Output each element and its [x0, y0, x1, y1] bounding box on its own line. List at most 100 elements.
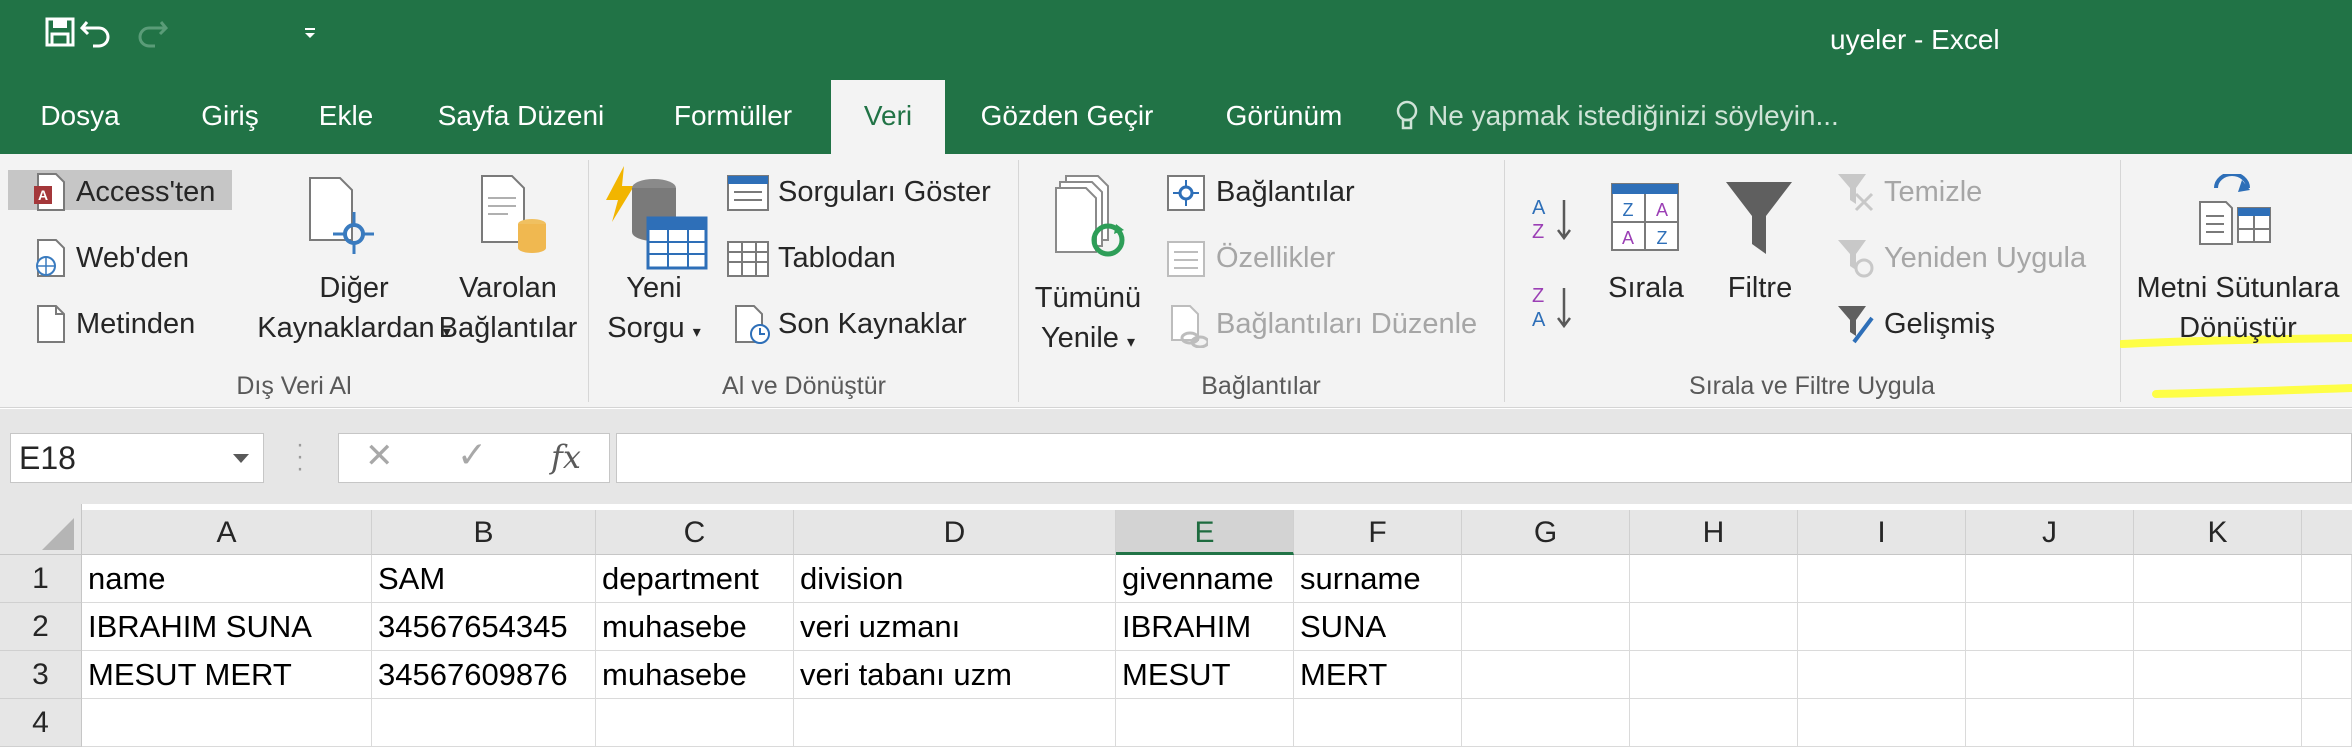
- cell-a1[interactable]: name: [82, 555, 372, 603]
- cell-b1[interactable]: SAM: [372, 555, 596, 603]
- column-header-b[interactable]: B: [372, 510, 596, 555]
- cell-a4[interactable]: [82, 699, 372, 747]
- cell-k3[interactable]: [2134, 651, 2302, 699]
- cell-j3[interactable]: [1966, 651, 2134, 699]
- column-header-h[interactable]: H: [1630, 510, 1798, 555]
- sort-ascending-icon[interactable]: AZ: [1530, 194, 1574, 244]
- cell-b3[interactable]: 34567609876: [372, 651, 596, 699]
- baglantilar-button[interactable]: Bağlantılar: [1216, 176, 1355, 209]
- sort-descending-icon[interactable]: ZA: [1530, 282, 1574, 332]
- cell-b4[interactable]: [372, 699, 596, 747]
- metin-button[interactable]: Metinden: [76, 308, 195, 341]
- cell-g3[interactable]: [1462, 651, 1630, 699]
- cell-c2[interactable]: muhasebe: [596, 603, 794, 651]
- formula-input[interactable]: [616, 433, 2352, 483]
- sorgulari-goster-button[interactable]: Sorguları Göster: [778, 176, 991, 209]
- cell-d3[interactable]: veri tabanı uzm: [794, 651, 1116, 699]
- cell-f1[interactable]: surname: [1294, 555, 1462, 603]
- cell-c1[interactable]: department: [596, 555, 794, 603]
- insert-function-icon[interactable]: fx: [551, 438, 581, 476]
- column-header-f[interactable]: F: [1294, 510, 1462, 555]
- column-header-c[interactable]: C: [596, 510, 794, 555]
- enter-icon[interactable]: ✓: [457, 434, 487, 476]
- customize-qat-icon[interactable]: [286, 8, 334, 56]
- tab-sayfa-duzeni[interactable]: Sayfa Düzeni: [420, 78, 622, 154]
- sirala-button[interactable]: Sırala: [1596, 268, 1696, 308]
- cell-c4[interactable]: [596, 699, 794, 747]
- cell-k4[interactable]: [2134, 699, 2302, 747]
- column-header-a[interactable]: A: [82, 510, 372, 555]
- column-header-e[interactable]: E: [1116, 510, 1294, 555]
- access-button[interactable]: Access'ten: [76, 176, 215, 209]
- column-header-d[interactable]: D: [794, 510, 1116, 555]
- tumunu-yenile-button[interactable]: Tümünü Yenile ▾: [1020, 278, 1156, 363]
- column-header-k[interactable]: K: [2134, 510, 2302, 555]
- cell-c3[interactable]: muhasebe: [596, 651, 794, 699]
- cell-a3[interactable]: MESUT MERT: [82, 651, 372, 699]
- son-kaynaklar-button[interactable]: Son Kaynaklar: [778, 308, 967, 341]
- tablodan-button[interactable]: Tablodan: [778, 242, 896, 275]
- tab-gozden-gecir[interactable]: Gözden Geçir: [962, 78, 1172, 154]
- cell-i3[interactable]: [1798, 651, 1966, 699]
- tab-ekle[interactable]: Ekle: [300, 78, 392, 154]
- cell-i1[interactable]: [1798, 555, 1966, 603]
- cell-i4[interactable]: [1798, 699, 1966, 747]
- row-header-1[interactable]: 1: [0, 555, 82, 603]
- row-header-3[interactable]: 3: [0, 651, 82, 699]
- tab-giris[interactable]: Giriş: [180, 78, 280, 154]
- cell-g1[interactable]: [1462, 555, 1630, 603]
- cell-f4[interactable]: [1294, 699, 1462, 747]
- cell-g4[interactable]: [1462, 699, 1630, 747]
- cell-d2[interactable]: veri uzmanı: [794, 603, 1116, 651]
- cell-e3[interactable]: MESUT: [1116, 651, 1294, 699]
- name-box-dropdown-icon[interactable]: [233, 454, 249, 463]
- tab-formuller[interactable]: Formüller: [652, 78, 814, 154]
- cell-j1[interactable]: [1966, 555, 2134, 603]
- cell-h2[interactable]: [1630, 603, 1798, 651]
- select-all-corner[interactable]: [0, 504, 82, 555]
- redo-icon[interactable]: [128, 8, 176, 56]
- cell-b2[interactable]: 34567654345: [372, 603, 596, 651]
- yeni-sorgu-button[interactable]: Yeni Sorgu ▾: [590, 268, 718, 353]
- cell-h3[interactable]: [1630, 651, 1798, 699]
- varolan-baglantilar-button[interactable]: Varolan Bağlantılar: [434, 268, 582, 348]
- cell-e1[interactable]: givenname: [1116, 555, 1294, 603]
- cell-e2[interactable]: IBRAHIM: [1116, 603, 1294, 651]
- undo-icon[interactable]: [72, 8, 120, 56]
- row-header-2[interactable]: 2: [0, 603, 82, 651]
- cell-partial[interactable]: [2302, 555, 2352, 603]
- cell-k2[interactable]: [2134, 603, 2302, 651]
- cell-a2[interactable]: IBRAHIM SUNA: [82, 603, 372, 651]
- cell-h4[interactable]: [1630, 699, 1798, 747]
- column-header-i[interactable]: I: [1798, 510, 1966, 555]
- cell-i2[interactable]: [1798, 603, 1966, 651]
- row-header-4[interactable]: 4: [0, 699, 82, 747]
- column-header-j[interactable]: J: [1966, 510, 2134, 555]
- cell-partial[interactable]: [2302, 603, 2352, 651]
- ozellikler-button[interactable]: Özellikler: [1216, 242, 1335, 275]
- web-button[interactable]: Web'den: [76, 242, 189, 275]
- cell-h1[interactable]: [1630, 555, 1798, 603]
- cell-d4[interactable]: [794, 699, 1116, 747]
- cell-e4[interactable]: [1116, 699, 1294, 747]
- cell-g2[interactable]: [1462, 603, 1630, 651]
- metni-sutunlara-donustur-button[interactable]: Metni Sütunlara Dönüştür: [2118, 268, 2352, 348]
- yeniden-uygula-button[interactable]: Yeniden Uygula: [1884, 242, 2086, 275]
- cell-partial[interactable]: [2302, 651, 2352, 699]
- cell-j4[interactable]: [1966, 699, 2134, 747]
- gelismis-button[interactable]: Gelişmiş: [1884, 308, 1995, 341]
- baglantilari-duzenle-button[interactable]: Bağlantıları Düzenle: [1216, 308, 1477, 341]
- temizle-button[interactable]: Temizle: [1884, 176, 1982, 209]
- column-header-g[interactable]: G: [1462, 510, 1630, 555]
- filtre-button[interactable]: Filtre: [1710, 268, 1810, 308]
- tab-gorunum[interactable]: Görünüm: [1208, 78, 1360, 154]
- name-box[interactable]: E18: [10, 433, 264, 483]
- cancel-icon[interactable]: ✕: [365, 436, 394, 476]
- cell-f2[interactable]: SUNA: [1294, 603, 1462, 651]
- column-header-partial[interactable]: [2302, 510, 2352, 555]
- tab-veri[interactable]: Veri: [831, 80, 945, 154]
- cell-f3[interactable]: MERT: [1294, 651, 1462, 699]
- cell-partial[interactable]: [2302, 699, 2352, 747]
- tell-me-box[interactable]: Ne yapmak istediğinizi söyleyin...: [1396, 100, 1839, 132]
- tab-dosya[interactable]: Dosya: [0, 78, 160, 154]
